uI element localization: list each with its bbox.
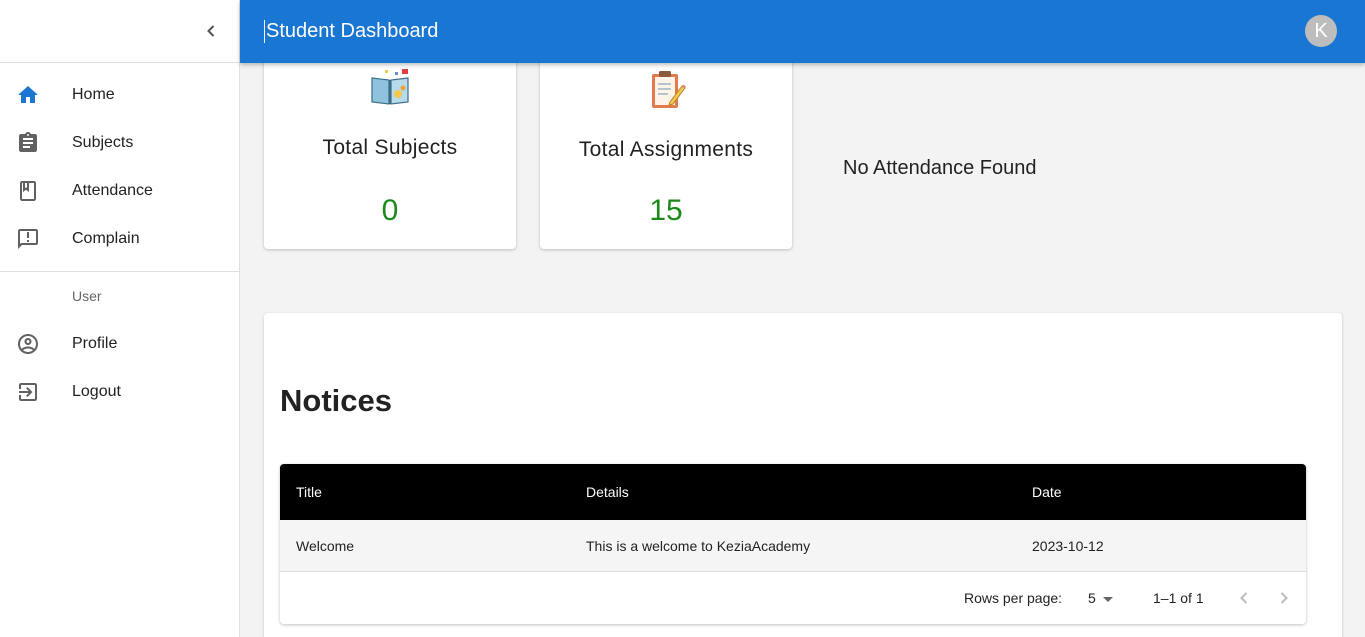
column-header-date: Date (1032, 484, 1062, 500)
home-icon (16, 83, 40, 107)
sidebar-item-label: Subjects (72, 134, 134, 151)
chevron-left-icon[interactable] (1232, 572, 1256, 624)
chevron-right-icon[interactable] (1272, 572, 1296, 624)
notices-panel: Notices Title Details Date Welcome This … (264, 313, 1342, 637)
stat-card-subjects: Total Subjects 0 (264, 40, 516, 249)
sidebar-item-complain[interactable]: Complain (0, 215, 239, 263)
open-book-icon (368, 68, 412, 113)
sidebar-item-home[interactable]: Home (0, 71, 239, 119)
sidebar-item-attendance[interactable]: Attendance (0, 167, 239, 215)
sidebar-nav: Home Subjects Attendance Complain (0, 63, 239, 263)
sidebar-item-label: Logout (72, 383, 121, 400)
sidebar-item-label: Profile (72, 335, 118, 352)
stat-title-subjects: Total Subjects (322, 136, 458, 159)
rows-per-page-label: Rows per page: (964, 590, 1063, 606)
cell-title: Welcome (296, 537, 355, 554)
stat-title-assignments: Total Assignments (578, 138, 754, 161)
app-bar: Student Dashboard K (240, 0, 1365, 63)
table-pagination: Rows per page: 5 1–1 of 1 (280, 572, 1306, 624)
notices-title: Notices (280, 383, 392, 418)
table-header: Title Details Date (280, 464, 1306, 520)
pagination-range: 1–1 of 1 (1153, 590, 1204, 606)
cell-details: This is a welcome to KeziaAcademy (586, 537, 811, 554)
cell-date: 2023-10-12 (1032, 537, 1104, 554)
logout-icon (16, 380, 40, 404)
rows-per-page-value: 5 (1088, 590, 1096, 606)
sidebar: Home Subjects Attendance Complain User P… (0, 0, 240, 637)
sidebar-item-subjects[interactable]: Subjects (0, 119, 239, 167)
arrow-drop-down-icon (1102, 590, 1114, 606)
avatar[interactable]: K (1305, 15, 1337, 47)
class-book-icon (16, 179, 40, 203)
notices-table: Title Details Date Welcome This is a wel… (280, 464, 1306, 624)
stat-card-assignments: Total Assignments 15 (540, 40, 792, 249)
stat-value-subjects: 0 (381, 194, 399, 227)
column-header-title: Title (296, 484, 322, 500)
sidebar-section-user: User (72, 288, 102, 304)
attendance-empty-message: No Attendance Found (843, 157, 1037, 179)
stat-value-assignments: 15 (649, 194, 683, 227)
clipboard-icon (644, 68, 688, 115)
sidebar-header (0, 0, 239, 63)
chevron-left-icon[interactable] (199, 19, 223, 43)
sidebar-item-label: Complain (72, 230, 140, 247)
rows-per-page-select[interactable]: 5 (1088, 572, 1114, 624)
assignment-icon (16, 131, 40, 155)
sidebar-item-profile[interactable]: Profile (0, 320, 239, 368)
announcement-icon (16, 227, 40, 251)
sidebar-item-label: Attendance (72, 182, 153, 199)
sidebar-item-label: Home (72, 86, 115, 103)
sidebar-item-logout[interactable]: Logout (0, 368, 239, 416)
column-header-details: Details (586, 484, 629, 500)
table-row[interactable]: Welcome This is a welcome to KeziaAcadem… (280, 520, 1306, 572)
account-circle-icon (16, 332, 40, 356)
page-title: Student Dashboard (264, 20, 439, 43)
